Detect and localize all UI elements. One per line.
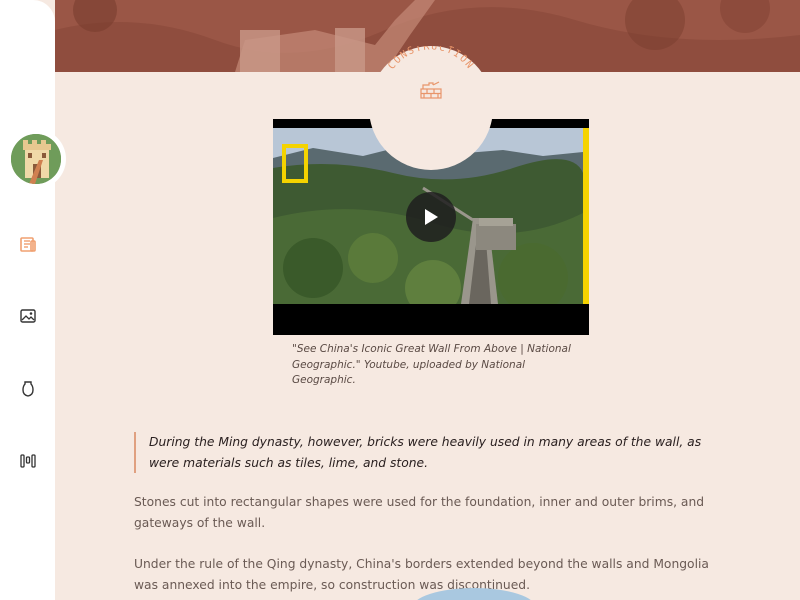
paragraph: Stones cut into rectangular shapes were … bbox=[134, 495, 705, 530]
timeline-icon[interactable] bbox=[17, 450, 39, 472]
play-icon bbox=[425, 209, 438, 225]
newspaper-icon[interactable] bbox=[17, 233, 39, 255]
video-caption: "See China's Iconic Great Wall From Abov… bbox=[292, 343, 571, 386]
paragraph: Under the rule of the Qing dynasty, Chin… bbox=[134, 557, 709, 592]
badge-label: CONSTRUCTION bbox=[386, 46, 474, 72]
blockquote: During the Ming dynasty, however, bricks… bbox=[134, 432, 734, 473]
sidebar bbox=[0, 0, 55, 600]
great-wall-avatar-icon[interactable] bbox=[9, 132, 63, 186]
vase-icon[interactable] bbox=[17, 378, 39, 400]
svg-text:CONSTRUCTION: CONSTRUCTION bbox=[386, 46, 475, 72]
image-gallery-icon[interactable] bbox=[17, 305, 39, 327]
nat-geo-logo-icon bbox=[282, 144, 308, 183]
brick-wall-icon bbox=[419, 80, 443, 100]
play-button[interactable] bbox=[406, 192, 456, 242]
accent-bar bbox=[583, 128, 589, 304]
section-badge: CONSTRUCTION bbox=[369, 46, 493, 170]
